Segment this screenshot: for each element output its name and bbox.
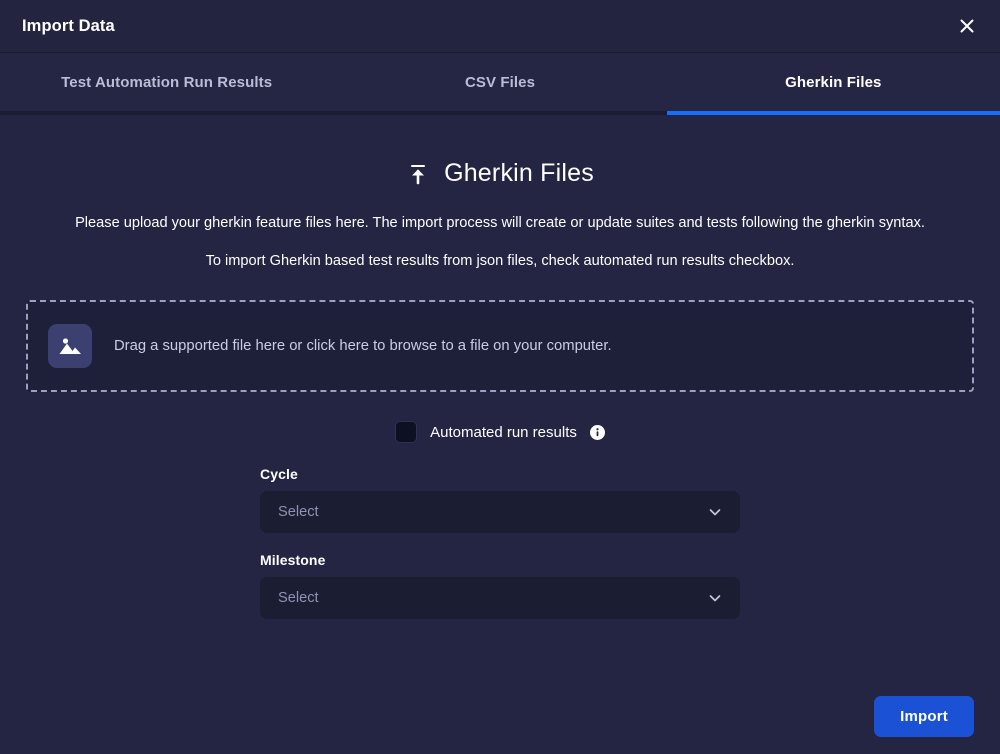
- page-title: Gherkin Files: [444, 159, 594, 187]
- cycle-label: Cycle: [260, 466, 298, 482]
- chevron-down-icon: [707, 504, 723, 520]
- tab-bar: Test Automation Run Results CSV Files Gh…: [0, 53, 1000, 111]
- automated-run-results-row: Automated run results: [26, 421, 974, 443]
- form-area: Cycle Select Milestone Select: [260, 466, 740, 619]
- tab-test-automation-run-results[interactable]: Test Automation Run Results: [0, 53, 333, 111]
- tab-label: Test Automation Run Results: [61, 73, 273, 91]
- milestone-select[interactable]: Select: [260, 577, 740, 619]
- cycle-select-value: Select: [278, 504, 319, 520]
- description-line-1: Please upload your gherkin feature files…: [75, 215, 925, 231]
- cycle-select[interactable]: Select: [260, 491, 740, 533]
- tab-gherkin-files[interactable]: Gherkin Files: [667, 53, 1000, 111]
- dialog-body: Gherkin Files Please upload your gherkin…: [0, 115, 1000, 754]
- info-icon[interactable]: [589, 424, 605, 440]
- dialog-footer: Import: [874, 696, 974, 737]
- milestone-select-value: Select: [278, 590, 319, 606]
- dialog-header: Import Data: [0, 0, 1000, 52]
- chevron-down-icon: [707, 590, 723, 606]
- import-data-dialog: Import Data Test Automation Run Results …: [0, 0, 1000, 754]
- file-drop-zone[interactable]: Drag a supported file here or click here…: [26, 300, 974, 392]
- dialog-title: Import Data: [22, 16, 115, 35]
- section-header: Gherkin Files: [26, 159, 974, 188]
- tab-label: Gherkin Files: [785, 73, 882, 91]
- tab-label: CSV Files: [464, 73, 536, 91]
- drop-zone-label: Drag a supported file here or click here…: [114, 338, 612, 354]
- field-cycle: Cycle Select: [260, 466, 740, 533]
- tab-csv-files[interactable]: CSV Files: [333, 53, 666, 111]
- import-button[interactable]: Import: [874, 696, 974, 737]
- automated-run-results-checkbox[interactable]: [395, 421, 418, 443]
- section-description: Please upload your gherkin feature files…: [26, 214, 974, 271]
- field-milestone: Milestone Select: [260, 552, 740, 619]
- automated-run-results-label: Automated run results: [430, 423, 577, 441]
- image-file-icon: [48, 324, 92, 368]
- upload-icon: [406, 162, 430, 186]
- milestone-label: Milestone: [260, 552, 326, 568]
- description-line-2: To import Gherkin based test results fro…: [205, 253, 795, 269]
- close-icon[interactable]: [952, 11, 982, 41]
